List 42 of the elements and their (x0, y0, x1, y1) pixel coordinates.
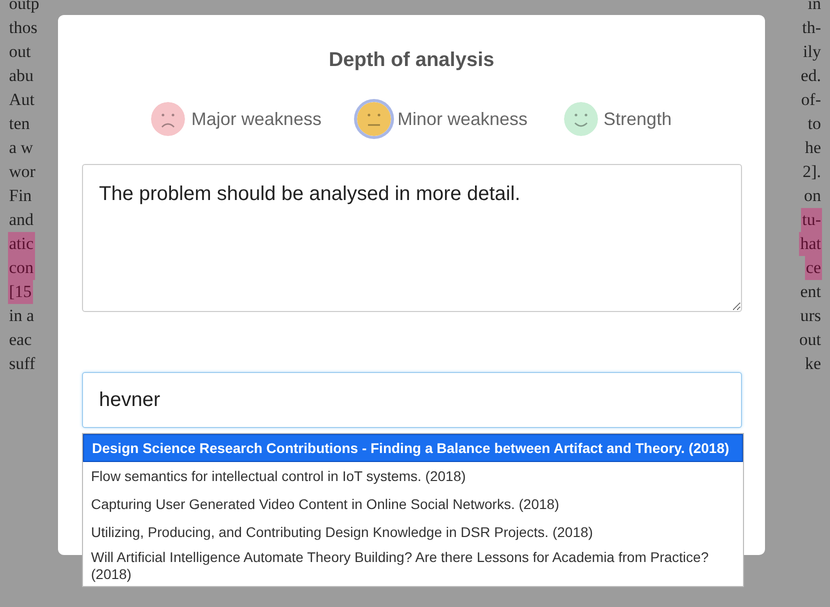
page-text: ten (8, 113, 31, 135)
page-text: [15 (8, 280, 33, 304)
page-text: atic (8, 232, 35, 256)
page-text: 2]. (802, 161, 822, 183)
page-text: Aut (8, 89, 36, 111)
comment-field[interactable]: The problem should be analysed in more detail. (82, 164, 742, 312)
page-text: ce (804, 256, 822, 280)
page-text: Fin (8, 185, 33, 207)
dialog-title: Depth of analysis (328, 48, 496, 72)
search-field[interactable]: hevner (82, 372, 742, 428)
page-text: hat (799, 232, 822, 256)
page-text: ke (804, 353, 822, 375)
page-text: tu- (801, 208, 822, 232)
page-text: on (803, 185, 822, 207)
page-text: thos (8, 17, 38, 39)
page-text: out (798, 329, 822, 351)
page-text: con (8, 256, 35, 280)
page-text: out (8, 41, 32, 63)
rating-option[interactable]: Minor weakness (357, 102, 528, 136)
page-text: ed. (800, 65, 822, 87)
page-text: a w (8, 137, 34, 159)
suggestion-item[interactable]: Will Artificial Intelligence Automate Theory Building? Are there Lessons for Academia from Practice? (2018) (83, 546, 743, 586)
page-text: wor (8, 161, 36, 183)
suggestion-item[interactable]: Capturing User Generated Video Content in Online Social Networks. (2018) (83, 490, 743, 518)
suggestion-item[interactable]: Design Science Research Contributions - Finding a Balance between Artifact and Theory. (2018) (83, 434, 743, 462)
page-text: suff (8, 353, 36, 375)
page-text: in a (8, 305, 36, 327)
page-text: and (8, 209, 35, 231)
page-text: ily (802, 41, 822, 63)
page-text: urs (799, 305, 822, 327)
page-text: in (806, 0, 822, 15)
rating-option[interactable]: Strength (564, 102, 672, 136)
page-text: abu (8, 65, 35, 87)
page-text: to (806, 113, 822, 135)
rating-option[interactable]: Major weakness (151, 102, 322, 136)
page-text: of- (800, 89, 822, 111)
page-text: ent (799, 281, 822, 303)
page-text: eac (8, 329, 33, 351)
page-text: th- (801, 17, 822, 39)
suggestion-item[interactable]: Flow semantics for intellectual control in IoT systems. (2018) (83, 462, 743, 490)
page-text: he (804, 137, 822, 159)
suggestion-item[interactable]: Utilizing, Producing, and Contributing Design Knowledge in DSR Projects. (2018) (83, 518, 743, 546)
